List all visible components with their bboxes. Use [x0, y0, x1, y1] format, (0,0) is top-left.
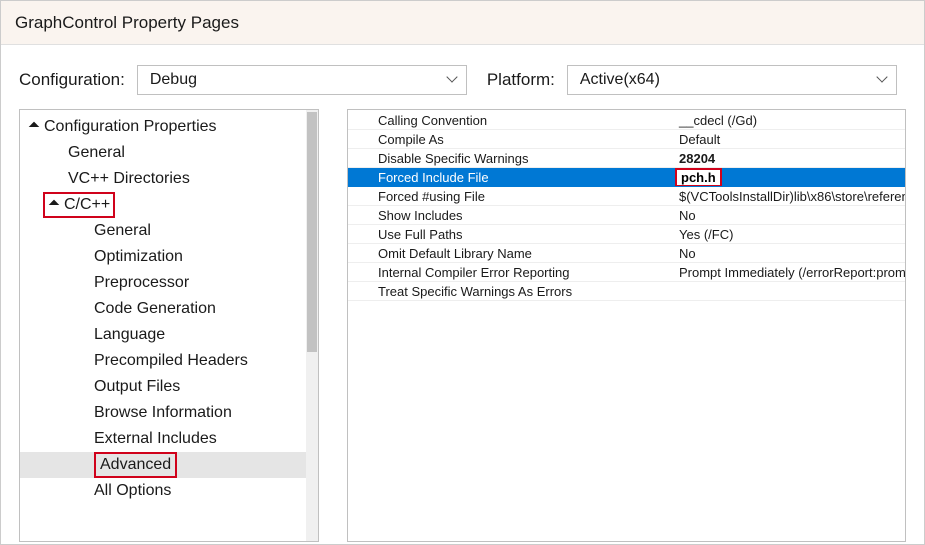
grid-row-label: Show Includes [348, 206, 673, 224]
grid-row-label: Treat Specific Warnings As Errors [348, 282, 673, 300]
triangle-down-icon [48, 199, 60, 211]
grid-row-value: __cdecl (/Gd) [673, 111, 905, 129]
tree-item-external-includes[interactable]: External Includes [20, 426, 308, 452]
tree-item-output-files[interactable]: Output Files [20, 374, 308, 400]
annotation-highlight: Advanced [94, 452, 177, 478]
grid-row-value: No [673, 206, 905, 224]
property-grid: Calling Convention__cdecl (/Gd)Compile A… [347, 109, 906, 542]
grid-row-value: Yes (/FC) [673, 225, 905, 243]
grid-row[interactable]: Forced Include Filepch.h [348, 168, 905, 187]
grid-row[interactable]: Disable Specific Warnings28204 [348, 149, 905, 168]
platform-value: Active(x64) [580, 71, 660, 89]
spacer [78, 433, 90, 445]
spacer [78, 407, 90, 419]
configuration-value: Debug [150, 71, 197, 89]
tree-label: External Includes [94, 426, 217, 452]
tree-item-language[interactable]: Language [20, 322, 308, 348]
spacer [78, 303, 90, 315]
spacer [52, 147, 64, 159]
tree-label: C/C++ [64, 192, 110, 218]
grid-row[interactable]: Calling Convention__cdecl (/Gd) [348, 111, 905, 130]
grid-row[interactable]: Use Full PathsYes (/FC) [348, 225, 905, 244]
grid-row-value: pch.h [673, 168, 905, 186]
window-title: GraphControl Property Pages [15, 13, 239, 33]
grid-row[interactable]: Forced #using File$(VCToolsInstallDir)li… [348, 187, 905, 206]
grid-row[interactable]: Internal Compiler Error ReportingPrompt … [348, 263, 905, 282]
tree-label: Browse Information [94, 400, 232, 426]
tree-item-configuration-properties[interactable]: Configuration Properties [20, 114, 308, 140]
tree-item-optimization[interactable]: Optimization [20, 244, 308, 270]
spacer [52, 173, 64, 185]
tree-scroll[interactable]: Configuration Properties General VC++ Di… [20, 114, 308, 537]
tree-item-precompiled-headers[interactable]: Precompiled Headers [20, 348, 308, 374]
grid-row-label: Calling Convention [348, 111, 673, 129]
scrollbar-thumb[interactable] [307, 112, 317, 352]
platform-label: Platform: [487, 70, 555, 90]
grid-row-label: Internal Compiler Error Reporting [348, 263, 673, 281]
spacer [78, 225, 90, 237]
grid-row-label: Compile As [348, 130, 673, 148]
grid-row[interactable]: Treat Specific Warnings As Errors [348, 282, 905, 301]
tree-item-advanced[interactable]: Advanced [20, 452, 308, 478]
tree-item-general[interactable]: General [20, 140, 308, 166]
content-area: Configuration Properties General VC++ Di… [1, 109, 924, 542]
tree-label: Preprocessor [94, 270, 189, 296]
grid-row-label: Use Full Paths [348, 225, 673, 243]
spacer [78, 329, 90, 341]
tree-item-preprocessor[interactable]: Preprocessor [20, 270, 308, 296]
tree-pane: Configuration Properties General VC++ Di… [19, 109, 319, 542]
grid-row-value: 28204 [673, 149, 905, 167]
toolbar: Configuration: Debug Platform: Active(x6… [1, 45, 924, 109]
tree-label: All Options [94, 478, 171, 504]
tree-label: Configuration Properties [44, 114, 217, 140]
tree-label: General [94, 218, 151, 244]
grid-row-value: No [673, 244, 905, 262]
tree-item-ccpp[interactable]: C/C++ [20, 192, 308, 218]
spacer [78, 251, 90, 263]
tree-label: Optimization [94, 244, 183, 270]
triangle-down-icon [28, 121, 40, 133]
tree-label: General [68, 140, 125, 166]
grid-row[interactable]: Show IncludesNo [348, 206, 905, 225]
grid-row-label: Disable Specific Warnings [348, 149, 673, 167]
configuration-dropdown[interactable]: Debug [137, 65, 467, 95]
spacer [78, 355, 90, 367]
annotation-highlight: pch.h [675, 168, 722, 186]
grid-row[interactable]: Compile AsDefault [348, 130, 905, 149]
platform-dropdown[interactable]: Active(x64) [567, 65, 897, 95]
tree-item-ccpp-general[interactable]: General [20, 218, 308, 244]
spacer [78, 459, 90, 471]
grid-row-label: Forced Include File [348, 168, 673, 186]
grid-row-value: $(VCToolsInstallDir)lib\x86\store\refere… [673, 187, 905, 205]
tree-label: Precompiled Headers [94, 348, 248, 374]
grid-row-value [673, 282, 905, 300]
grid-row[interactable]: Omit Default Library NameNo [348, 244, 905, 263]
grid-row-label: Forced #using File [348, 187, 673, 205]
grid-row-label: Omit Default Library Name [348, 244, 673, 262]
spacer [78, 485, 90, 497]
tree-scrollbar[interactable] [306, 110, 318, 541]
spacer [78, 381, 90, 393]
tree-item-vc-directories[interactable]: VC++ Directories [20, 166, 308, 192]
tree-label: VC++ Directories [68, 166, 190, 192]
window-title-bar: GraphControl Property Pages [1, 1, 924, 45]
tree-item-browse-information[interactable]: Browse Information [20, 400, 308, 426]
annotation-highlight: C/C++ [43, 192, 115, 218]
grid-row-value: Prompt Immediately (/errorReport:prompt) [673, 263, 905, 281]
grid-row-value: Default [673, 130, 905, 148]
tree-label: Advanced [100, 456, 171, 473]
tree-label: Output Files [94, 374, 180, 400]
chevron-down-icon [878, 75, 888, 85]
tree-item-code-generation[interactable]: Code Generation [20, 296, 308, 322]
tree-item-all-options[interactable]: All Options [20, 478, 308, 504]
tree-label: Language [94, 322, 165, 348]
configuration-label: Configuration: [19, 70, 125, 90]
tree-label: Code Generation [94, 296, 216, 322]
spacer [78, 277, 90, 289]
chevron-down-icon [448, 75, 458, 85]
